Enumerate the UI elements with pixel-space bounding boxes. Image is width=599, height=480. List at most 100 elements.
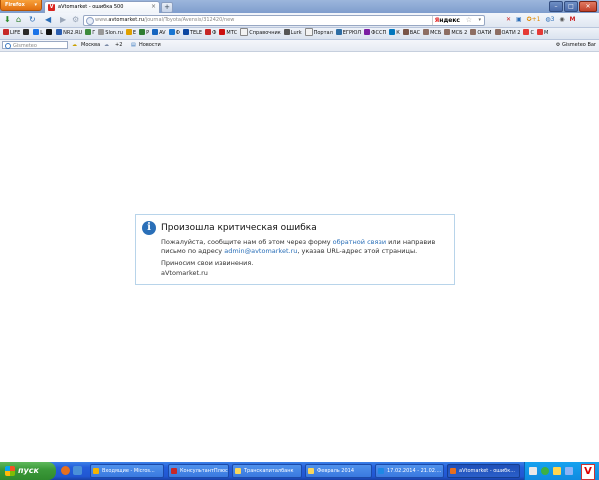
new-tab-button[interactable]: + [161,2,173,13]
mail-icon[interactable]: M [570,15,576,25]
bookmark-item[interactable]: Slon.ru [98,28,123,39]
bookmark-favicon-icon [56,28,63,35]
bookmark-label: Ф [175,30,180,36]
window-close-button[interactable]: ✕ [579,1,597,12]
bookmark-item[interactable]: Ф [168,28,180,39]
gismeteo-city[interactable]: Москва [81,41,100,50]
back-arrow-icon[interactable]: ◀ [45,15,51,25]
desktop-quicklaunch-icon[interactable] [73,466,82,475]
bookmark-favicon-icon [182,28,189,35]
bookmark-label: NR2.RU [63,30,83,36]
tab-close-icon[interactable]: × [151,3,156,10]
gismeteo-news-link[interactable]: Новости [139,41,161,50]
taskbar-window-button[interactable]: 17.02.2014 - 21.02.... [375,464,444,478]
bookmark-item[interactable]: TELE [182,28,202,39]
bookmark-item[interactable]: М [536,28,548,39]
bookmark-item[interactable]: Справочник [240,28,281,39]
news-icon: ▤ [131,42,136,48]
bookmark-star-icon[interactable]: ☆ [466,16,472,25]
bookmark-item[interactable]: ЕГРЮЛ [335,28,361,39]
bookmark-item[interactable]: Ф [205,28,216,39]
gismeteo-temperature[interactable]: +2 [115,41,122,50]
taskbar-window-button[interactable]: КонсультантПлюс: ... [168,464,229,478]
minimize-button[interactable]: – [549,1,563,12]
tray-keyboard-icon[interactable] [529,467,537,475]
record-icon[interactable]: ◉ [559,15,564,25]
address-bar[interactable]: www.avtomarket.ru/journal/Toyota/Avensis… [83,15,485,26]
taskbar-window-button[interactable]: aVtomarket - ошибк... [447,464,520,478]
bookmark-item[interactable]: ФССП [364,28,386,39]
firefox-menu-label: Firefox [5,2,25,8]
bookmark-item[interactable]: Портал [304,28,333,39]
bookmark-item[interactable]: Lurk [283,28,302,39]
bookmark-label: МТС [226,30,238,36]
gismeteo-search-placeholder: Gismeteo [13,43,37,49]
bookmark-favicon-icon [85,28,92,35]
tray-update-icon[interactable] [553,467,561,475]
bookmarks-toolbar: LIFE L NR2.RU Г Slon.ru E P AV Ф TELE Ф МТС Справочн… [0,28,599,40]
bookmark-favicon-icon [402,28,409,35]
forward-arrow-icon[interactable]: ▶ [60,15,66,25]
bookmark-item[interactable]: МСБ [423,28,441,39]
firefox-quicklaunch-icon[interactable] [61,466,70,475]
bookmark-favicon-icon [46,28,53,35]
close-icon[interactable]: ✕ [506,15,511,25]
toolbar-addons: ✕ ▣ ✪+1 ◍3 ◉ M [506,15,578,25]
cloud-icon: ☁ [104,42,109,48]
bookmark-item[interactable] [23,28,30,39]
bookmark-item[interactable]: МТС [219,28,237,39]
bookmark-item[interactable]: ОАТИ [470,28,492,39]
reload-icon[interactable]: ↻ [29,15,36,25]
bookmark-item[interactable]: E [125,28,137,39]
tray-app-logo[interactable]: V [581,464,595,480]
tray-volume-icon[interactable] [565,467,573,475]
gear-icon: ⚙ [555,42,561,48]
window-app-icon [308,468,314,474]
bookmark-item[interactable]: С [523,28,534,39]
addon-plus-one-icon[interactable]: ✪+1 [527,15,541,25]
window-controls: – □ ✕ [548,1,597,12]
bookmark-item[interactable]: К [389,28,400,39]
bookmark-item[interactable]: L [33,28,43,39]
firefox-menu-button[interactable]: Firefox ▾ [0,0,42,11]
start-button[interactable]: пуск [0,462,56,480]
notification-count-icon[interactable]: ◍3 [545,15,554,25]
bookmark-item[interactable]: NR2.RU [56,28,82,39]
bookmark-favicon-icon [470,28,477,35]
download-icon[interactable]: ⬇ [4,15,11,25]
bookmark-item[interactable] [46,28,53,39]
taskbar-window-button[interactable]: Входящие - Micros... [90,464,164,478]
bookmark-favicon-icon [389,28,396,35]
tray-network-icon[interactable] [541,467,549,475]
bookmark-item[interactable]: LIFE [3,28,20,39]
home-icon[interactable]: ⌂ [16,15,21,25]
gismeteo-bar-menu[interactable]: ⚙ Gismeteo Bar [556,41,596,50]
search-icon [5,43,11,49]
yandex-search-logo[interactable]: Яндекс [431,16,462,25]
taskbar-window-button[interactable]: Февраль 2014 [305,464,372,478]
feedback-link[interactable]: обратной связи [333,238,386,246]
bookmark-item[interactable]: ВАС [402,28,420,39]
bookmark-label: МСБ 2 [451,30,468,36]
maximize-button[interactable]: □ [564,1,578,12]
screenshot-icon[interactable]: ▣ [516,15,522,25]
bookmark-favicon-icon [219,28,226,35]
gismeteo-toolbar: Gismeteo ☁ Москва ☁ +2 ▤ Новости ⚙ Gisme… [0,40,599,52]
bookmark-item[interactable]: МСБ 2 [444,28,467,39]
chevron-down-icon: ▾ [34,2,37,8]
window-app-icon [450,468,456,474]
url-dropdown-icon[interactable]: ▾ [478,16,481,25]
bookmark-item[interactable]: AV [152,28,166,39]
settings-gear-icon[interactable]: ⚙ [72,15,79,25]
admin-email-link[interactable]: admin@avtomarket.ru [224,247,297,255]
bookmark-favicon-icon [494,28,501,35]
gismeteo-search-input[interactable]: Gismeteo [2,41,68,49]
bookmark-item[interactable]: P [139,28,149,39]
taskbar-button-label: aVtomarket - ошибк... [459,468,515,474]
bookmark-item[interactable]: ОАТИ 2 [494,28,521,39]
url-text: www.avtomarket.ru/journal/Toyota/Avensis… [95,17,235,23]
bookmark-item[interactable]: Г [85,28,95,39]
bookmark-label: ОАТИ 2 [501,30,521,36]
taskbar-window-button[interactable]: Транскапиталбанк [232,464,302,478]
bookmark-label: E [132,30,137,36]
